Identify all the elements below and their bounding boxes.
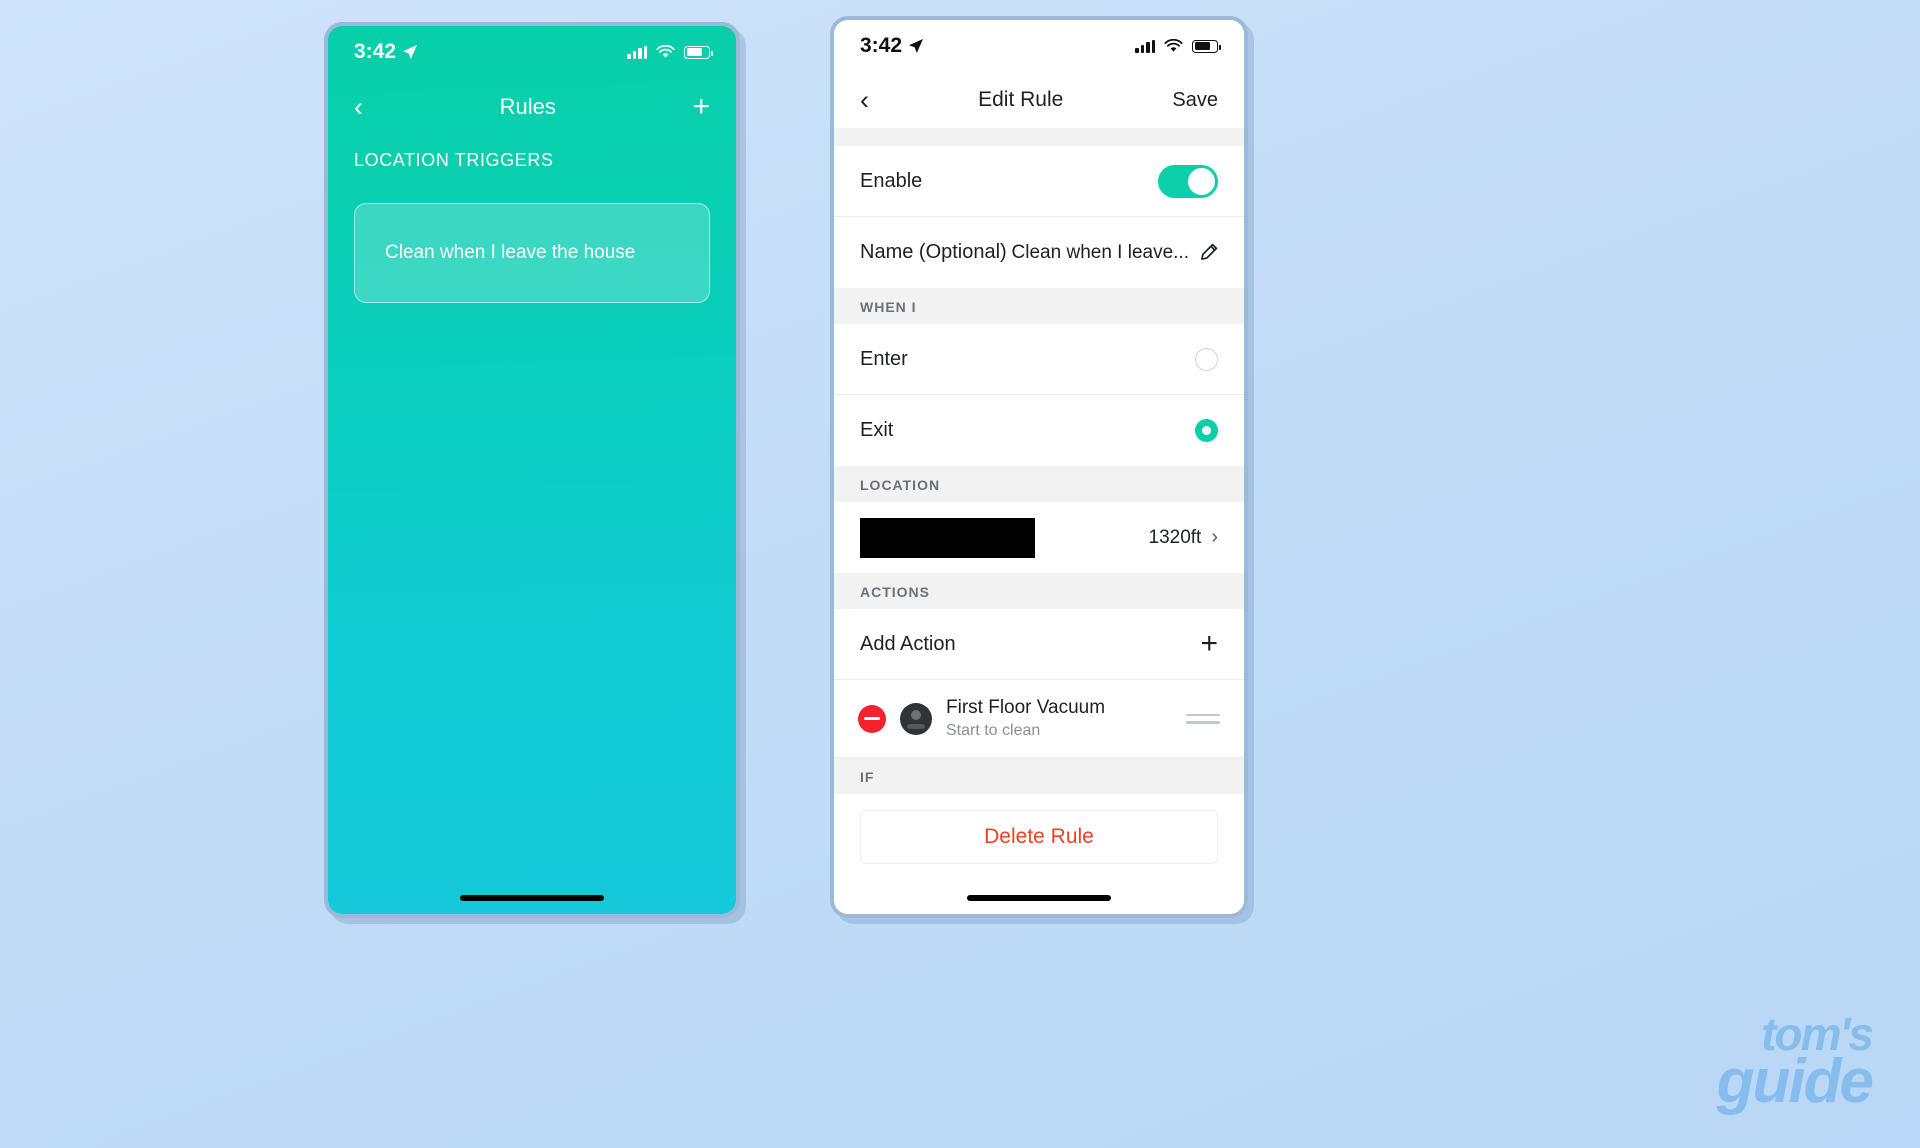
status-icons-right [1135, 39, 1221, 53]
section-caption-actions: ACTIONS [834, 573, 1244, 609]
enable-toggle[interactable] [1158, 164, 1218, 198]
chevron-right-icon[interactable]: › [1211, 526, 1218, 549]
rules-screen: 3:42 ‹ Rules + LOCATION TRIGGERS Clean w… [328, 26, 736, 914]
group-spacer-top [834, 128, 1244, 146]
save-button[interactable]: Save [1172, 89, 1218, 112]
cellular-bars-icon [1135, 39, 1155, 53]
section-caption-if: IF [834, 758, 1244, 794]
watermark-line2: guide [1716, 1046, 1874, 1116]
cellular-bars-icon [627, 45, 647, 59]
phone-left: 3:42 ‹ Rules + LOCATION TRIGGERS Clean w… [324, 22, 740, 918]
enable-label: Enable [860, 169, 923, 192]
enter-radio[interactable] [1195, 347, 1218, 371]
wifi-icon [1164, 39, 1183, 52]
minus-circle-icon[interactable] [858, 704, 886, 733]
phone-right: 3:42 ‹ Edit Rule Save Enable Name (Optio… [830, 16, 1248, 918]
location-arrow-icon [403, 45, 418, 59]
pencil-icon[interactable] [1199, 243, 1218, 262]
name-value-group[interactable]: Clean when I leave... [1012, 242, 1218, 264]
add-rule-button[interactable]: + [692, 92, 710, 122]
back-button[interactable]: ‹ [354, 93, 363, 121]
exit-radio[interactable] [1195, 419, 1218, 442]
row-name[interactable]: Name (Optional) Clean when I leave... [834, 217, 1244, 288]
robot-vacuum-icon [900, 702, 932, 735]
rule-card[interactable]: Clean when I leave the house [354, 203, 710, 303]
exit-label: Exit [860, 419, 894, 441]
row-enter[interactable]: Enter [834, 324, 1244, 395]
battery-icon [684, 45, 713, 59]
location-radius: 1320ft [1148, 526, 1202, 548]
row-enable[interactable]: Enable [834, 146, 1244, 217]
row-add-action[interactable]: Add Action + [834, 609, 1244, 680]
rule-card-title: Clean when I leave the house [385, 242, 636, 263]
status-bar-left: 3:42 [328, 26, 736, 78]
row-location[interactable]: 1320ft › [834, 502, 1244, 573]
name-label: Name (Optional) [860, 241, 1007, 263]
plus-icon[interactable]: + [1200, 629, 1218, 659]
back-button[interactable]: ‹ [860, 86, 869, 114]
location-arrow-icon [909, 39, 924, 53]
page-title: Rules [499, 94, 556, 119]
name-value: Clean when I leave... [1011, 241, 1189, 263]
nav-bar-right: ‹ Edit Rule Save [834, 72, 1244, 128]
delete-section: Delete Rule [834, 794, 1244, 864]
delete-rule-button[interactable]: Delete Rule [860, 810, 1218, 864]
home-indicator-right [967, 895, 1111, 901]
list-item[interactable]: First Floor Vacuum Start to clean [834, 680, 1244, 758]
nav-bar-left: ‹ Rules + [328, 78, 736, 136]
status-time-text: 3:42 [860, 34, 903, 57]
enter-label: Enter [860, 347, 908, 370]
status-time-text: 3:42 [354, 40, 397, 63]
tomsguide-watermark: tom's guide [1716, 1011, 1874, 1116]
home-indicator-left [460, 895, 604, 901]
edit-rule-screen: 3:42 ‹ Edit Rule Save Enable Name (Optio… [834, 20, 1244, 914]
action-device-subtitle: Start to clean [946, 722, 1041, 739]
drag-handle-icon[interactable] [1186, 713, 1220, 724]
section-caption-location: LOCATION [834, 466, 1244, 502]
action-text-group: First Floor Vacuum Start to clean [946, 697, 1172, 740]
wifi-icon [656, 45, 675, 58]
section-caption-location-triggers: LOCATION TRIGGERS [354, 150, 554, 170]
status-time-left: 3:42 [354, 40, 418, 64]
action-device-title: First Floor Vacuum [946, 697, 1106, 718]
status-icons-left [627, 45, 713, 59]
status-time-right: 3:42 [860, 34, 924, 58]
row-exit[interactable]: Exit [834, 395, 1244, 466]
section-caption-when-i: WHEN I [834, 288, 1244, 324]
address-redacted [860, 517, 1035, 558]
location-radius-group[interactable]: 1320ft › [1149, 526, 1219, 549]
battery-icon [1192, 39, 1221, 53]
status-bar-right: 3:42 [834, 20, 1244, 72]
page-title: Edit Rule [978, 88, 1064, 111]
add-action-label: Add Action [860, 632, 956, 655]
